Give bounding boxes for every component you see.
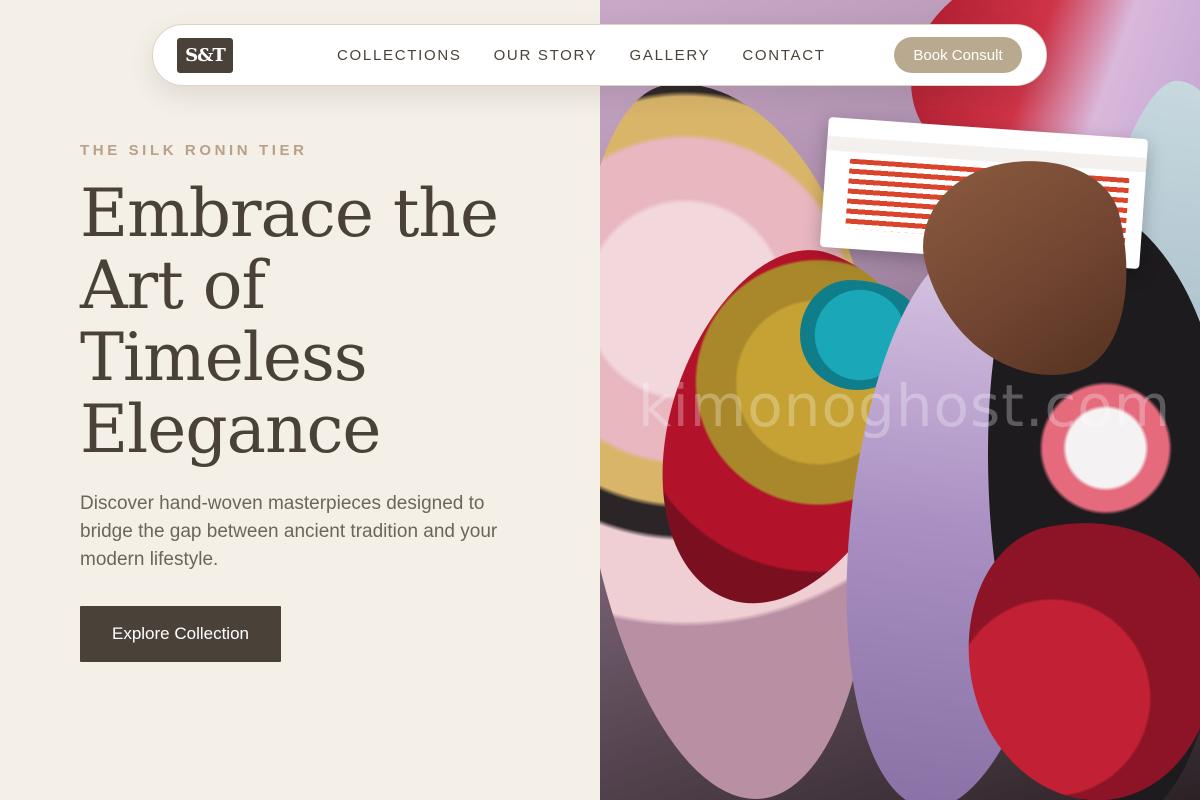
hero-subtext: Discover hand-woven masterpieces designe… <box>80 493 498 570</box>
hero-image: kimonoghost.com <box>600 0 1200 800</box>
nav-link-our-story[interactable]: OUR STORY <box>494 47 598 64</box>
nav-links: COLLECTIONS OUR STORY GALLERY CONTACT <box>337 47 826 64</box>
nav-link-gallery[interactable]: GALLERY <box>630 47 711 64</box>
brand-logo[interactable]: S&T <box>177 37 233 73</box>
hero-headline: Embrace the Art of Timeless Elegance <box>80 175 499 468</box>
nav-link-contact[interactable]: CONTACT <box>742 47 825 64</box>
explore-collection-button[interactable]: Explore Collection <box>80 606 281 662</box>
nav-link-collections[interactable]: COLLECTIONS <box>337 47 462 64</box>
navbar: S&T COLLECTIONS OUR STORY GALLERY CONTAC… <box>152 24 1047 86</box>
hero-eyebrow: THE SILK RONIN TIER <box>80 142 308 159</box>
book-consult-button[interactable]: Book Consult <box>894 37 1022 73</box>
watermark-text: kimonoghost.com <box>638 372 1172 440</box>
